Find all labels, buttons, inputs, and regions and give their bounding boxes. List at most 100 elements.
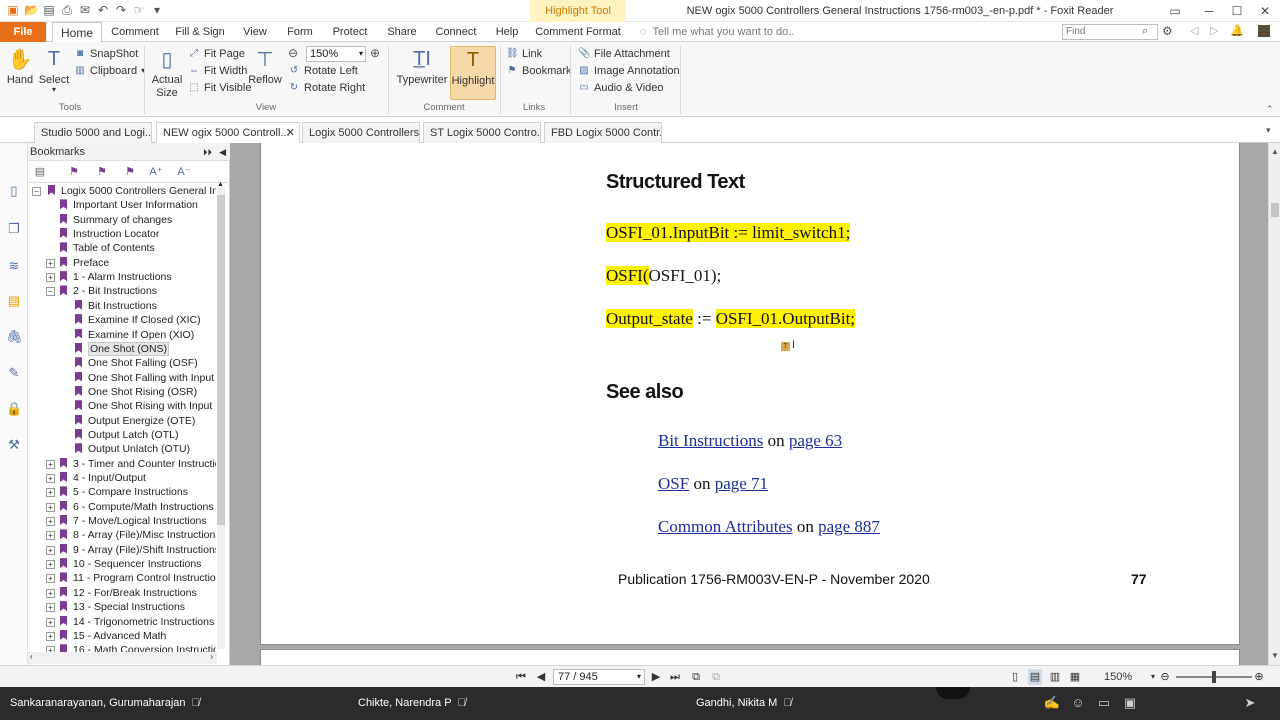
bookmark-item[interactable]: 7 - Move/Logical Instructions (60, 514, 216, 528)
bookmark-item[interactable]: Logix 5000 Controllers General Instructi… (48, 184, 216, 198)
link-page-71[interactable]: page 71 (715, 474, 768, 493)
participant-tile[interactable]: Chikte, Narendra P 🎙̸ (358, 687, 466, 720)
fit-width-button[interactable]: ⇔ Fit Width (188, 63, 247, 79)
redo-icon[interactable]: ↷ (114, 3, 128, 17)
restore-ribbon-icon[interactable]: ▭ (1160, 0, 1190, 22)
zoom-combo[interactable]: 150% ▾ (306, 46, 366, 62)
tree-expander-icon[interactable]: + (46, 545, 55, 555)
settings-gear-icon[interactable]: ⚙ (1162, 24, 1173, 38)
bookmark-item[interactable]: 14 - Trigonometric Instructions (60, 615, 216, 629)
tree-expander-icon[interactable]: − (46, 287, 55, 297)
bookmark-item[interactable]: Output Latch (OTL) (75, 428, 216, 442)
tab-fill-sign[interactable]: Fill & Sign (172, 22, 228, 42)
bookmark-item[interactable]: Summary of changes (60, 213, 216, 227)
find-bookmark-icon[interactable]: ⚑ (122, 164, 138, 180)
highlighted-text[interactable]: OSFI( (606, 266, 649, 285)
link-bit-instructions[interactable]: Bit Instructions (658, 431, 763, 450)
bookmark-item[interactable]: 4 - Input/Output (60, 471, 216, 485)
zoom-level[interactable]: 150% (1104, 669, 1132, 685)
pen-icon[interactable]: ✍ (1042, 693, 1062, 713)
bookmark-item[interactable]: One Shot Falling (OSF) (75, 356, 216, 370)
doc-tab[interactable]: Studio 5000 and Logi... (34, 122, 152, 143)
page-number-input[interactable]: 77 / 945 ▾ (553, 669, 645, 685)
send-icon[interactable]: ➤ (1240, 693, 1260, 713)
bookmark-item[interactable]: One Shot Falling with Input (OSFI) (75, 371, 216, 385)
zoom-in-icon[interactable]: ⊕ (1252, 669, 1266, 685)
zoom-in-icon[interactable]: ⊕ (370, 46, 380, 60)
tab-share[interactable]: Share (382, 22, 422, 42)
bookmark-item[interactable]: Output Unlatch (OTU) (75, 442, 216, 456)
link-osf[interactable]: OSF (658, 474, 689, 493)
close-tab-icon[interactable]: ✕ (286, 123, 295, 143)
fit-page-button[interactable]: ⤢ Fit Page (188, 46, 245, 62)
tab-comment-format[interactable]: Comment Format (532, 22, 624, 42)
minimize-button[interactable]: ─ (1194, 0, 1224, 22)
bookmark-item[interactable]: One Shot Rising (OSR) (75, 385, 216, 399)
content-panel-icon[interactable]: ⚒ (6, 437, 22, 453)
bookmark-item[interactable]: Bit Instructions (75, 299, 216, 313)
expand-bookmark-icon[interactable]: ⚑ (94, 164, 110, 180)
hand-tool-icon[interactable]: ☞ (132, 3, 146, 17)
reflow-button[interactable]: ⊤ Reflow (248, 46, 282, 87)
back-icon[interactable]: ◁ (1190, 24, 1198, 37)
tab-list-icon[interactable]: ▾ (1266, 125, 1271, 136)
rotate-right-button[interactable]: ↻ Rotate Right (288, 80, 365, 96)
bookmark-item[interactable]: 11 - Program Control Instructions (60, 571, 216, 585)
bookmark-item[interactable]: Examine If Closed (XIC) (75, 313, 216, 327)
bookmark-item[interactable]: One Shot (ONS) (75, 341, 216, 356)
audio-video-button[interactable]: ▭ Audio & Video (578, 80, 663, 96)
zoom-slider-handle[interactable] (1212, 671, 1216, 683)
tree-expander-icon[interactable]: + (46, 560, 55, 570)
tab-file[interactable]: File (0, 22, 46, 42)
bookmarks-scroll-thumb[interactable] (217, 195, 225, 525)
search-icon[interactable]: ⌕ (1142, 25, 1148, 38)
document-scroll-thumb[interactable] (1271, 203, 1279, 217)
tab-connect[interactable]: Connect (430, 22, 482, 42)
typewriter-button[interactable]: T̲I Typewriter (396, 46, 448, 87)
bookmark-item[interactable]: Table of Contents (60, 241, 216, 255)
tree-expander-icon[interactable]: + (46, 631, 55, 641)
tab-form[interactable]: Form (282, 22, 318, 42)
snapshot-button[interactable]: ◙ SnapShot (74, 46, 138, 62)
fit-visible-button[interactable]: ⬚ Fit Visible (188, 80, 251, 96)
tree-expander-icon[interactable]: + (46, 531, 55, 541)
hand-button[interactable]: ✋ Hand (4, 46, 36, 87)
doc-tab-active[interactable]: NEW ogix 5000 Controll... ✕ (156, 122, 300, 143)
bookmark-item[interactable]: Instruction Locator (60, 227, 216, 241)
tree-expander-icon[interactable]: + (46, 517, 55, 527)
bookmark-item[interactable]: Examine If Open (XIO) (75, 328, 216, 342)
highlighted-text[interactable]: Output_state (606, 309, 693, 328)
scroll-down-icon[interactable]: ▼ (1271, 651, 1279, 660)
email-icon[interactable]: ✉ (78, 3, 92, 17)
pages-panel-icon[interactable]: ❐ (6, 221, 22, 237)
image-annotation-button[interactable]: ▨ Image Annotation (578, 63, 679, 79)
zoom-out-icon[interactable]: ⊖ (288, 46, 298, 60)
tree-expander-icon[interactable]: + (46, 474, 55, 483)
maximize-button[interactable]: ☐ (1222, 0, 1252, 22)
sticker-icon[interactable]: ▣ (1120, 693, 1140, 713)
close-window-button[interactable]: ✕ (1250, 0, 1280, 22)
panel-expand-icon[interactable]: ⏵⏵ (203, 143, 212, 161)
decrease-font-icon[interactable]: A⁻ (176, 164, 192, 180)
add-bookmark-icon[interactable]: ⚑ (66, 164, 82, 180)
increase-font-icon[interactable]: A⁺ (148, 164, 164, 180)
undo-icon[interactable]: ↶ (96, 3, 110, 17)
first-page-icon[interactable]: ⏮ (514, 669, 528, 685)
tree-expander-icon[interactable]: + (46, 603, 55, 613)
bookmark-item[interactable]: 9 - Array (File)/Shift Instructions (60, 543, 216, 557)
tree-expander-icon[interactable]: + (46, 502, 55, 512)
rotate-left-button[interactable]: ↺ Rotate Left (288, 63, 358, 79)
participant-tile[interactable]: Gandhi, Nikita M 🎙̸ (696, 687, 792, 720)
bookmark-item[interactable]: Preface (60, 256, 216, 270)
scroll-left-icon[interactable]: ‹ (30, 652, 33, 661)
tree-expander-icon[interactable]: + (46, 588, 55, 598)
zoom-out-icon[interactable]: ⊖ (1158, 669, 1172, 685)
link-common-attributes[interactable]: Common Attributes (658, 517, 793, 536)
participant-tile[interactable]: Sankaranarayanan, Gurumaharajan 🎙̸ (10, 687, 200, 720)
previous-page-icon[interactable]: ◀ (534, 669, 548, 685)
notification-bell-icon[interactable]: 🔔 (1230, 24, 1244, 37)
highlight-button[interactable]: T Highlight (450, 46, 496, 100)
bookmark-options-icon[interactable]: ▤ (32, 164, 48, 180)
highlighted-text[interactable]: OSFI_01.OutputBit; (715, 309, 856, 328)
document-scrollbar[interactable]: ▲ ▼ (1268, 143, 1280, 665)
